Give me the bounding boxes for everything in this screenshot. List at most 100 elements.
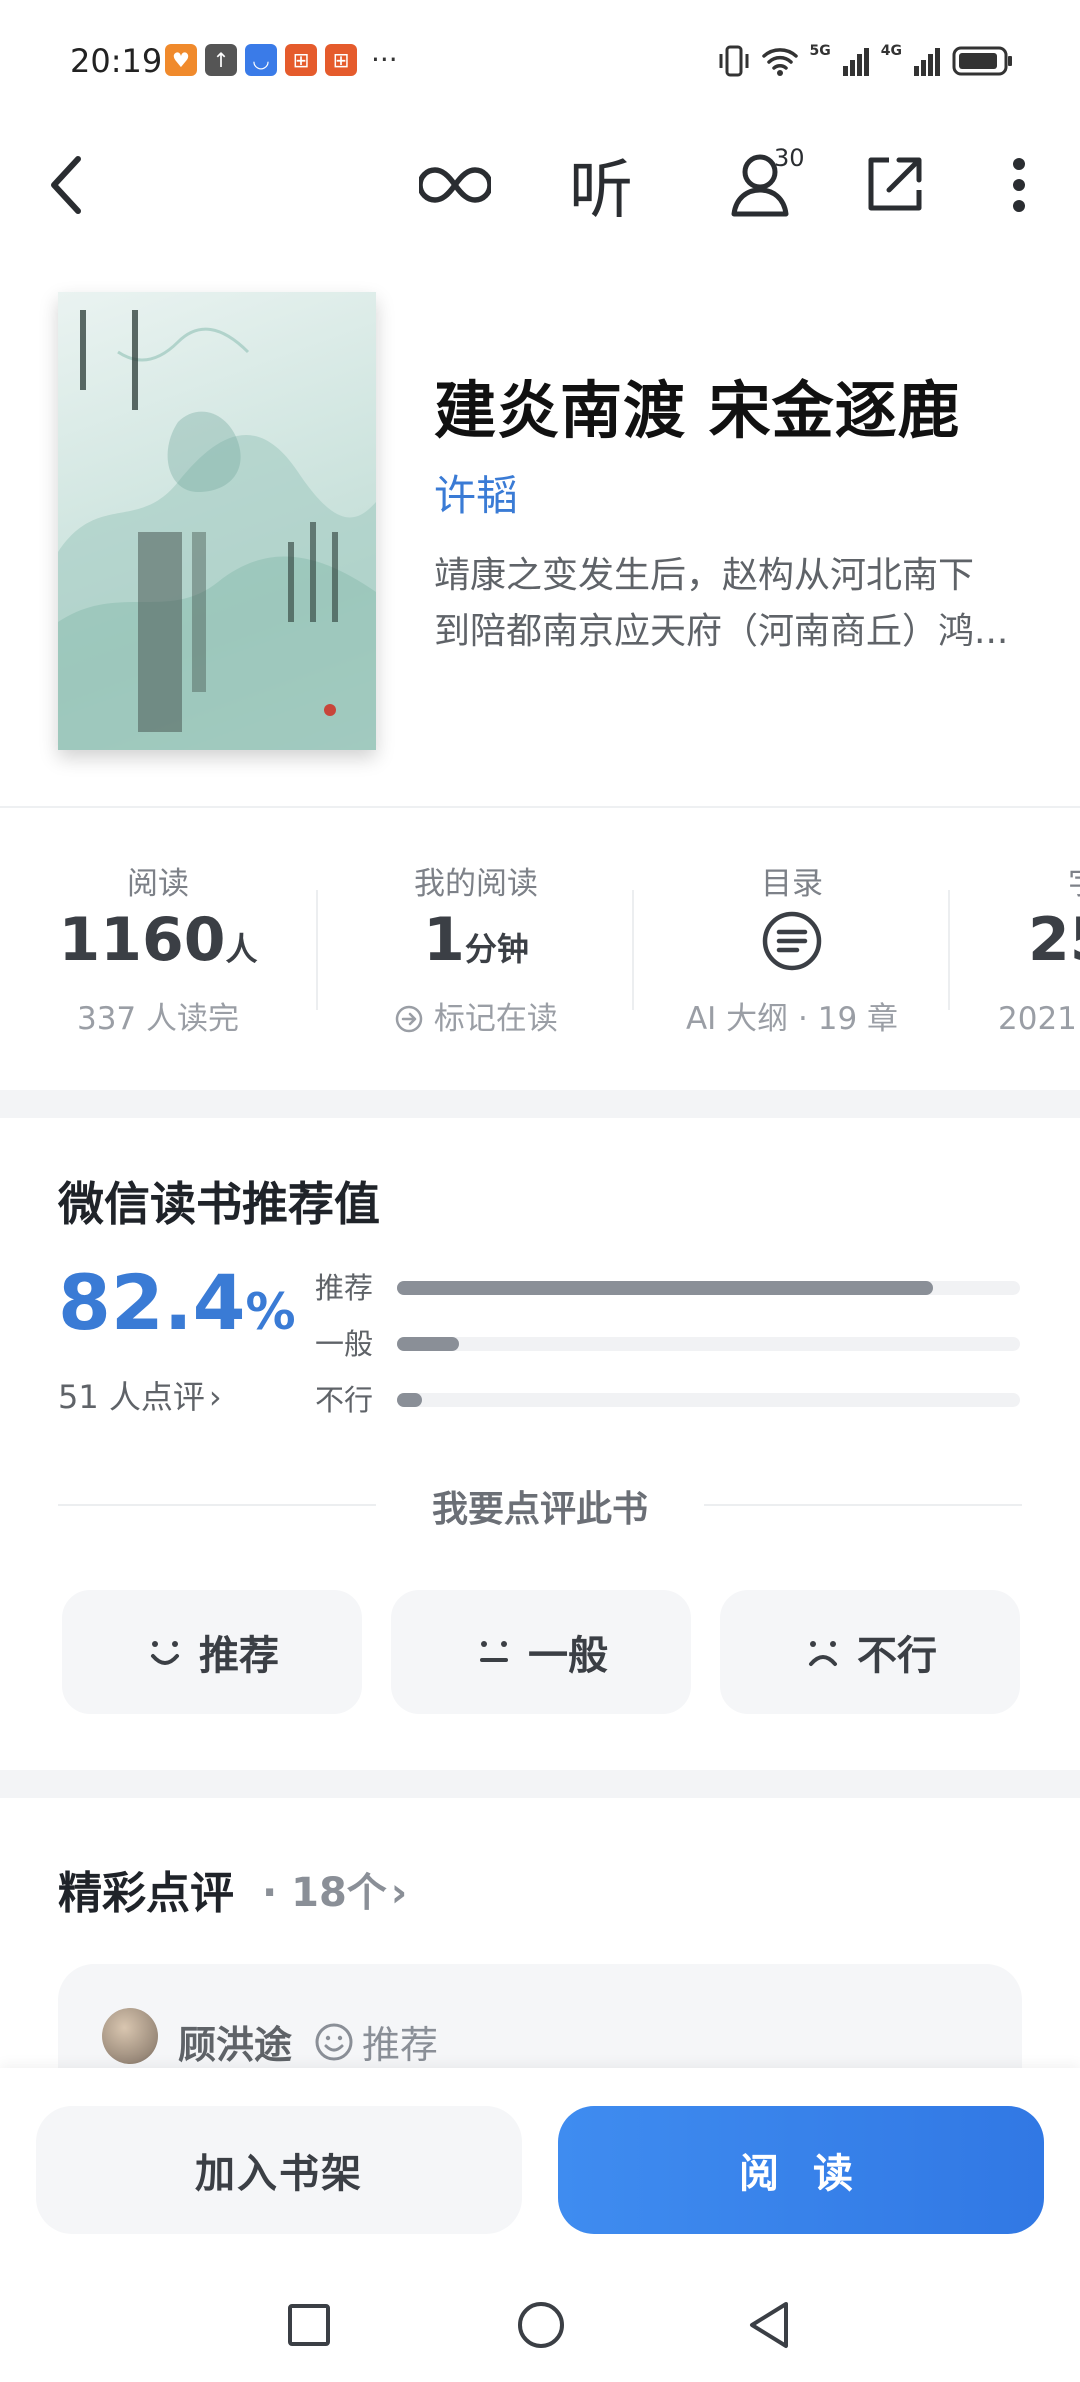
chevron-right-icon: › [208,1378,222,1416]
book-stats: 阅读 1160人 337 人读完 我的阅读 1分钟 标记在读 目录 AI 大纲 … [0,810,1080,1085]
status-bar: 20:19 ♥ ↑ ◡ ⊞ ⊞ ··· 5G 4G [0,0,1080,120]
recent-apps-icon[interactable] [286,2302,332,2348]
signal-icon [914,48,940,76]
stat-toc-sub: AI 大纲 · 19 章 [685,1001,899,1037]
smile-circle-icon [315,2023,353,2060]
signal-icon [842,48,869,76]
book-description-line: 靖康之变发生后，赵构从河北南下 [434,555,975,596]
book-title: 建炎南渡 宋金逐鹿 [434,374,961,447]
add-to-shelf-button[interactable]: 加入书架 [36,2106,522,2234]
share-button[interactable] [856,130,932,240]
stat-readers-label: 阅读 [127,866,189,902]
upload-app-icon: ↑ [205,44,237,76]
book-description-line: 到陪都南京应天府（河南商丘）鸿... [434,611,1009,652]
sad-face-icon [809,1641,837,1666]
mark-reading-button[interactable]: 标记在读 [318,993,634,1038]
rate-average-button[interactable]: 一般 [391,1590,691,1714]
network-4g-label: 4G [880,43,902,59]
rating-bar-fill [397,1393,422,1407]
home-icon[interactable] [516,2300,566,2350]
rating-bar-track [397,1337,1020,1351]
recommendation-heading: 微信读书推荐值 [58,1177,380,1231]
section-divider [0,806,1080,808]
add-to-shelf-label: 加入书架 [195,2151,363,2197]
rating-bar-label: 不行 [315,1383,374,1417]
reviews-count-label: · 18个 [262,1870,387,1916]
chevron-right-icon: › [390,1870,408,1916]
rate-bad-label: 不行 [857,1633,937,1679]
reviewer-name[interactable]: 顾洪途 [178,2014,292,2069]
reviewer-rating-label: 推荐 [362,2023,439,2067]
status-indicators: 5G 4G [718,43,1014,78]
rating-bar-track [397,1393,1020,1407]
table-of-contents-icon [762,911,822,971]
app-icon: ⊞ [285,44,317,76]
rating-bar-label: 一般 [315,1327,374,1361]
vibrate-icon [719,45,749,77]
rate-this-book-title: 我要点评此书 [431,1489,648,1530]
reviewer-rating-badge: 推荐 [314,2014,438,2069]
friends-count: 30 [774,144,805,172]
rating-bar-fill [397,1281,933,1295]
status-time: 20:19 [70,42,163,80]
arrow-circle-icon [395,1005,423,1033]
top-toolbar: 听 30 [0,130,1080,240]
stat-toc-label: 目录 [761,866,823,902]
network-5g-label: 5G [809,43,831,59]
rating-bar-bad: 不行 [315,1380,1020,1420]
rate-recommend-button[interactable]: 推荐 [62,1590,362,1714]
rating-bar-label: 推荐 [315,1271,374,1305]
listen-label: 听 [569,154,633,228]
avatar[interactable] [102,2008,158,2064]
book-description[interactable]: 靖康之变发生后，赵构从河北南下 到陪都南京应天府（河南商丘）鸿... [434,548,1034,660]
infinity-icon [419,167,491,203]
toc-icon-wrap [634,910,950,976]
rate-divider [704,1504,1022,1506]
stat-words-sub: 2021 年 [998,1001,1080,1037]
read-button[interactable]: 阅 读 [558,2106,1044,2234]
recommendation-score-unit: % [245,1283,296,1341]
more-menu-button[interactable] [994,130,1044,240]
smile-face-icon [151,1641,179,1665]
book-cover[interactable] [58,292,376,750]
status-app-icons: ♥ ↑ ◡ ⊞ ⊞ ··· [165,44,398,76]
more-notifications-icon: ··· [371,43,398,76]
back-button[interactable] [36,130,96,240]
rate-bad-button[interactable]: 不行 [720,1590,1020,1714]
reviews-count-link[interactable]: · 18个 › [262,1860,407,1918]
wifi-icon [761,48,798,76]
book-author-link[interactable]: 许韬 [434,462,518,523]
bottom-action-bar: 加入书架 阅 读 [0,2068,1080,2382]
stat-readers-finished: 337 人读完 [76,1001,240,1037]
listen-button[interactable]: 听 [560,130,642,240]
recommendation-score: 82.4% [58,1258,296,1347]
stat-my-reading-label: 我的阅读 [414,866,538,902]
review-count-label: 51 人点评 [58,1378,205,1416]
rating-bar-recommend: 推荐 [315,1268,1020,1308]
stat-readers-value: 1160人 [0,905,316,975]
share-icon [868,157,922,211]
back-arrow-icon [51,156,81,214]
stat-my-reading-number: 1 [423,905,465,975]
stat-words-label: 字 [950,858,1080,903]
stat-readers-number: 1160 [58,905,226,975]
stat-my-reading-value: 1分钟 [318,905,634,975]
rating-bar-average: 一般 [315,1324,1020,1364]
read-label: 阅 读 [739,2151,863,2197]
app-icon: ⊞ [325,44,357,76]
review-count-link[interactable]: 51 人点评 › [58,1372,222,1418]
infinite-card-button[interactable] [414,130,496,240]
back-nav-icon[interactable] [746,2300,792,2350]
store-app-icon: ◡ [245,44,277,76]
recommendation-score-value: 82.4 [58,1258,246,1347]
stat-words-value: 25 [1028,905,1080,975]
more-vertical-icon [1013,158,1025,212]
neutral-face-icon [480,1641,508,1662]
rate-recommend-label: 推荐 [199,1633,279,1679]
battery-icon [952,46,1012,76]
rating-bar-fill [397,1337,460,1351]
friends-reading-button[interactable]: 30 [708,130,818,240]
book-cover-art [58,310,376,750]
rating-bar-track [397,1281,1020,1295]
notification-app-icon: ♥ [165,44,197,76]
